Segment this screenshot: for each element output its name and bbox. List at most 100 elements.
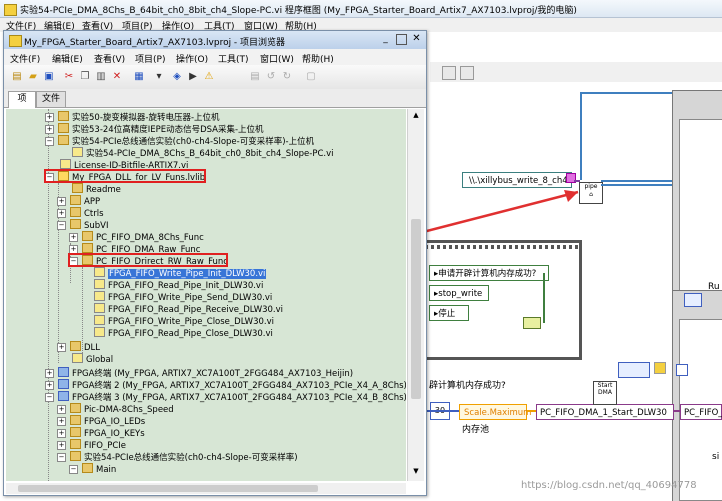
folder-open-icon bbox=[58, 135, 69, 145]
cut-icon[interactable]: ✂ bbox=[62, 70, 76, 84]
hscrollbar-thumb[interactable] bbox=[18, 485, 318, 492]
expand-icon[interactable]: + bbox=[57, 405, 66, 414]
build-icon[interactable]: ▦ bbox=[132, 70, 146, 84]
tree-item-label: 实验50-旋变模拟器-旋转电压器-上位机 bbox=[72, 113, 220, 123]
project-menu-bar: 文件(F) 编辑(E) 查看(V) 项目(P) 操作(O) 工具(T) 窗口(W… bbox=[4, 49, 426, 65]
new-icon[interactable]: ▤ bbox=[10, 70, 24, 84]
project-tree[interactable]: + 实验50-旋变模拟器-旋转电压器-上位机 + 实验53-24位高精度IEPE动态… bbox=[6, 109, 406, 481]
vi-icon bbox=[94, 279, 105, 289]
scroll-up-icon[interactable]: ▲ bbox=[410, 111, 422, 121]
tree-item[interactable]: FPGA_FIFO_Write_Pipe_Close_DLW30.vi bbox=[94, 315, 274, 327]
collapse-icon[interactable]: − bbox=[57, 453, 66, 462]
folder-icon bbox=[72, 183, 83, 193]
folder-icon bbox=[82, 243, 93, 253]
run-icon[interactable]: ▶ bbox=[186, 70, 200, 84]
tool-icon[interactable]: ↻ bbox=[280, 70, 294, 84]
tree-item[interactable]: − FPGA终端 3 (My_FPGA, ARTIX7_XC7A100T_2FGG… bbox=[45, 391, 406, 403]
minimize-icon[interactable]: _ bbox=[380, 34, 391, 45]
tree-horizontal-scrollbar[interactable] bbox=[6, 483, 406, 494]
diagram-title: 实验54-PCIe_DMA_8Chs_B_64bit_ch0_8bit_ch4_… bbox=[20, 6, 577, 16]
tree-item[interactable]: + FIFO_PCIe bbox=[57, 439, 126, 451]
collapse-icon[interactable]: − bbox=[69, 465, 78, 474]
open-icon[interactable]: ▰ bbox=[26, 70, 40, 84]
maximize-icon[interactable] bbox=[396, 34, 407, 45]
expand-icon[interactable]: + bbox=[45, 125, 54, 134]
tree-item[interactable]: − 实验54-PCIe总线通信实验(ch0-ch4-Slope-可变采样率)-上位… bbox=[45, 135, 314, 147]
tree-item[interactable]: + FPGA终端 2 (My_FPGA, ARTIX7_XC7A100T_2FGG… bbox=[45, 379, 406, 391]
collapse-icon[interactable]: − bbox=[45, 393, 54, 402]
close-icon[interactable]: ✕ bbox=[411, 33, 422, 44]
copy-icon[interactable]: ❐ bbox=[78, 70, 92, 84]
tab-files[interactable]: 文件 bbox=[36, 91, 66, 107]
vi-icon bbox=[94, 315, 105, 325]
project-menu-window[interactable]: 窗口(W) bbox=[260, 52, 294, 65]
tree-item[interactable]: + FPGA_IO_KEYs bbox=[57, 427, 145, 439]
tree-vertical-scrollbar[interactable]: ▲ ▼ bbox=[407, 109, 424, 481]
highlight-box-lvlib bbox=[44, 169, 206, 183]
scrollbar-thumb[interactable] bbox=[411, 219, 421, 399]
tree-item[interactable]: + 实验50-旋变模拟器-旋转电压器-上位机 bbox=[45, 111, 220, 123]
tree-item[interactable]: FPGA_FIFO_Write_Pipe_Send_DLW30.vi bbox=[94, 291, 272, 303]
expand-icon[interactable]: + bbox=[45, 113, 54, 122]
project-menu-view[interactable]: 查看(V) bbox=[94, 52, 125, 65]
tree-item[interactable]: − Main bbox=[69, 463, 116, 475]
fpga-target-icon bbox=[58, 391, 69, 401]
project-title-bar: My_FPGA_Starter_Board_Artix7_AX7103.lvpr… bbox=[4, 31, 426, 49]
expand-icon[interactable]: + bbox=[69, 233, 78, 242]
project-menu-edit[interactable]: 编辑(E) bbox=[52, 52, 83, 65]
vi-icon bbox=[94, 327, 105, 337]
collapse-icon[interactable]: − bbox=[45, 137, 54, 146]
tree-item[interactable]: FPGA_FIFO_Read_Pipe_Close_DLW30.vi bbox=[94, 327, 273, 339]
tree-item[interactable]: − 实验54-PCIe总线通信实验(ch0-ch4-Slope-可变采样率) bbox=[57, 451, 298, 463]
expand-icon[interactable]: + bbox=[57, 441, 66, 450]
tree-item-label: FPGA_FIFO_Write_Pipe_Init_DLW30.vi bbox=[108, 269, 267, 279]
expand-icon[interactable]: + bbox=[57, 343, 66, 352]
tree-item[interactable]: + FPGA终端 (My_FPGA, ARTIX7_XC7A100T_2FGG48… bbox=[45, 367, 353, 379]
warning-icon[interactable]: ⚠ bbox=[202, 70, 216, 84]
tree-item[interactable]: + FPGA_IO_LEDs bbox=[57, 415, 145, 427]
tree-item[interactable]: FPGA_FIFO_Read_Pipe_Receive_DLW30.vi bbox=[94, 303, 283, 315]
tool-icon[interactable]: ▢ bbox=[304, 70, 318, 84]
project-menu-operate[interactable]: 操作(O) bbox=[176, 52, 208, 65]
tab-items[interactable]: 项 bbox=[8, 91, 36, 108]
tree-item-label: Pic-DMA-8Chs_Speed bbox=[84, 405, 174, 415]
scroll-down-icon[interactable]: ▼ bbox=[410, 467, 422, 477]
tab-files-label: 文件 bbox=[41, 94, 60, 104]
project-menu-file[interactable]: 文件(F) bbox=[10, 52, 40, 65]
tree-item[interactable]: + DLL bbox=[57, 341, 100, 353]
project-menu-help[interactable]: 帮助(H) bbox=[302, 52, 334, 65]
expand-icon[interactable]: + bbox=[57, 197, 66, 206]
tree-item[interactable]: 实验54-PCIe_DMA_8Chs_B_64bit_ch0_8bit_ch4_… bbox=[72, 147, 334, 159]
expand-icon[interactable]: + bbox=[45, 369, 54, 378]
expand-icon[interactable]: + bbox=[45, 381, 54, 390]
tree-item[interactable]: + Ctrls bbox=[57, 207, 104, 219]
project-menu-project[interactable]: 项目(P) bbox=[135, 52, 165, 65]
tree-item[interactable]: + PC_FIFO_DMA_8Chs_Func bbox=[69, 231, 204, 243]
folder-open-icon bbox=[70, 451, 81, 461]
expand-icon[interactable]: + bbox=[57, 209, 66, 218]
collapse-icon[interactable]: − bbox=[57, 221, 66, 230]
expand-icon[interactable]: + bbox=[57, 429, 66, 438]
tree-item[interactable]: + Pic-DMA-8Chs_Speed bbox=[57, 403, 174, 415]
tree-item-label: FPGA_FIFO_Write_Pipe_Close_DLW30.vi bbox=[108, 317, 274, 327]
project-menu-tools[interactable]: 工具(T) bbox=[218, 52, 249, 65]
tree-item[interactable]: Readme bbox=[72, 183, 121, 195]
expand-icon[interactable]: + bbox=[57, 417, 66, 426]
paste-icon[interactable]: ▥ bbox=[94, 70, 108, 84]
tree-item[interactable]: + 实验53-24位高精度IEPE动态信号DSA采集-上位机 bbox=[45, 123, 264, 135]
tool-icon[interactable]: ↺ bbox=[264, 70, 278, 84]
menu-dropdown-icon[interactable]: ▾ bbox=[152, 70, 166, 84]
delete-icon[interactable]: ✕ bbox=[110, 70, 124, 84]
resolve-icon[interactable]: ◈ bbox=[170, 70, 184, 84]
tree-item-label: Global bbox=[86, 355, 114, 365]
tree-item-label: FPGA_FIFO_Read_Pipe_Init_DLW30.vi bbox=[108, 281, 264, 291]
vi-icon bbox=[72, 147, 83, 157]
tree-item[interactable]: Global bbox=[72, 353, 113, 365]
save-all-icon[interactable]: ▣ bbox=[42, 70, 56, 84]
tree-item[interactable]: + APP bbox=[57, 195, 100, 207]
tree-item-selected[interactable]: FPGA_FIFO_Write_Pipe_Init_DLW30.vi bbox=[94, 267, 267, 279]
folder-icon bbox=[70, 427, 81, 437]
tree-item[interactable]: − SubVI bbox=[57, 219, 109, 231]
tree-item[interactable]: FPGA_FIFO_Read_Pipe_Init_DLW30.vi bbox=[94, 279, 263, 291]
tool-icon[interactable]: ▤ bbox=[248, 70, 262, 84]
